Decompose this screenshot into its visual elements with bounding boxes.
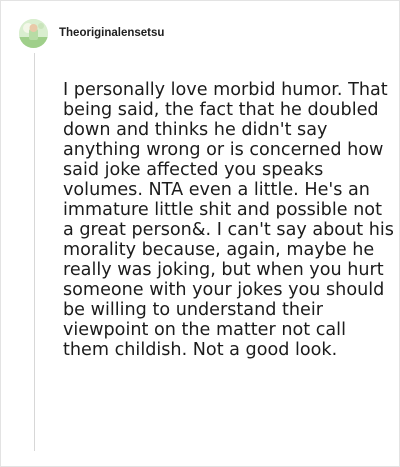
thread-line[interactable] (34, 53, 35, 451)
profile-avatar-icon (19, 18, 48, 48)
comment-body: I personally love morbid humor. That bei… (63, 80, 394, 360)
comment-author[interactable]: Theoriginalensetsu (59, 27, 164, 39)
comment-card: Theoriginalensetsu I personally love mor… (0, 0, 400, 467)
comment-header: Theoriginalensetsu (19, 18, 164, 48)
avatar[interactable] (19, 18, 48, 48)
